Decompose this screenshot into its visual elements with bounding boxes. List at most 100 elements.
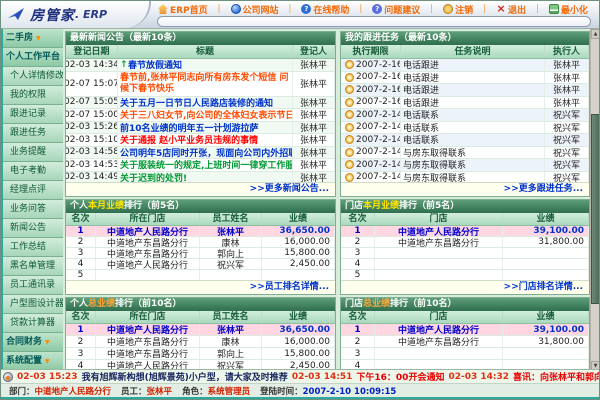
task-row[interactable]: 2007-2-14电话联系祝兴军 [341, 109, 589, 122]
rank-row: 2中道地产东昌路分行31,800.00 [341, 336, 589, 348]
toolbar-button-1[interactable]: ERP首页 [158, 3, 208, 16]
rank-cell: 1 [341, 324, 375, 335]
task-user: 张林平 [545, 72, 589, 84]
sidebar-item-11[interactable]: 新闻公告 [3, 219, 63, 238]
status-field: 部门：中道地产人民路分行 [9, 385, 111, 397]
name-cell: 康林 [200, 237, 262, 247]
sidebar-item-9[interactable]: 经理点评 [3, 181, 63, 200]
sidebar-item-7[interactable]: 业务提醒 [3, 143, 63, 162]
task-row[interactable]: 2007-2-16电话跟进张林平 [341, 59, 589, 72]
sidebar-item-1[interactable]: 二手房▼ [3, 29, 63, 48]
rank-row: 4 [341, 259, 589, 270]
table-header-row: 名次所在门店员工姓名业绩 [66, 213, 335, 226]
toolbar-button-5[interactable]: 注销 [443, 3, 473, 16]
column-header: 业绩 [262, 213, 335, 225]
sidebar-item-4[interactable]: 我的权限 [3, 86, 63, 105]
minimize-icon [549, 4, 559, 14]
more-news-link[interactable]: >>更多新闻公告... [250, 184, 329, 194]
task-row[interactable]: 2007-2-14与房东取得联系祝兴军 [341, 147, 589, 160]
panel-shop-total-rank: 门店总业绩排行（前10名） 名次门店业绩1中道地产人民路分行39,100.002… [340, 297, 590, 371]
task-row[interactable]: 2007-2-16电话跟进张林平 [341, 72, 589, 85]
clock-icon [345, 123, 354, 132]
news-date: 02-07 15:05 [66, 97, 118, 109]
sidebar-item-2[interactable]: 个人工作平台▶ [3, 48, 63, 67]
sidebar-item-16[interactable]: 贷款计算器 [3, 314, 63, 333]
sidebar-item-13[interactable]: 黑名单管理 [3, 257, 63, 276]
store-cell [375, 348, 503, 359]
value-cell: 31,800.00 [503, 237, 589, 247]
toolbar-button-6[interactable]: 退出 [496, 3, 526, 16]
news-title-link[interactable]: 关于三八妇女节,向公司的全体妇女表示节日的问候 [118, 109, 293, 121]
status-field: 员工：张林平 [121, 385, 172, 397]
panel-person-month-table: 名次所在门店员工姓名业绩1中道地产人民路分行张林平36,650.002中道地产东… [66, 213, 335, 281]
rank-cell: 2 [341, 336, 375, 347]
app-logo: 房管家. ERP [1, 1, 151, 28]
task-row[interactable]: 2007-2-14与房东取得联系祝兴军 [341, 159, 589, 172]
panel-shop-total-title: 门店总业绩排行（前10名） [341, 298, 589, 311]
rank-row: 3 [341, 348, 589, 360]
sidebar-item-14[interactable]: 员工通讯录 [3, 276, 63, 295]
name-cell: 康林 [200, 336, 262, 347]
news-title-link[interactable]: 前10名业绩的明年五一计划游拉萨 [118, 122, 293, 134]
task-row[interactable]: 2007-2-14电话联系祝兴军 [341, 134, 589, 147]
news-title-link[interactable]: 春节放假通知 [118, 59, 293, 71]
sidebar-item-15[interactable]: 户型图设计器 [3, 295, 63, 314]
store-cell: 中道地产东昌路分行 [96, 336, 200, 347]
scroll-up-arrow-icon[interactable]: ▲ [591, 29, 599, 39]
task-row[interactable]: 2007-2-14电话联系祝兴军 [341, 122, 589, 135]
news-date: 02-03 15:10 [66, 134, 118, 146]
store-cell: 中道地产东昌路分行 [96, 237, 200, 247]
rank-row: 4中道地产人民路分行祝兴军2,450.00 [66, 259, 335, 270]
news-title-link[interactable]: 关于服装统一的规定,上班时间一律穿工作服 [118, 159, 293, 171]
chevron-down-icon: ▼ [36, 35, 41, 42]
news-row: 02-07 15:00关于三八妇女节,向公司的全体妇女表示节日的问候张林平 [66, 109, 335, 122]
more-shop-rank-link[interactable]: >>门店排名详情... [504, 282, 583, 292]
toolbar-button-2[interactable]: 公司网站 [231, 3, 279, 16]
scrollbar-thumb[interactable] [591, 114, 599, 304]
name-cell: 张林平 [200, 324, 262, 335]
toolbar-button-7[interactable]: 最小化 [549, 3, 588, 16]
store-cell [96, 270, 200, 280]
value-cell [503, 348, 589, 359]
task-date: 2007-2-16 [341, 72, 401, 84]
task-desc: 电话跟进 [401, 97, 545, 109]
store-cell: 中道地产人民路分行 [96, 259, 200, 269]
help-icon [301, 4, 311, 14]
announcement-text: 我有旭辉新构想(旭辉景苑)小户型，请大家及时推荐 [82, 370, 288, 383]
sidebar-item-10[interactable]: 业务问答 [3, 200, 63, 219]
task-date: 2007-2-14 [341, 134, 401, 146]
app-window: 房管家. ERP ERP首页|公司网站|在线帮助|问题建议|注销|退出|最小化 … [0, 0, 600, 400]
sidebar-item-3[interactable]: 个人详情修改 [3, 67, 63, 86]
sidebar-item-12[interactable]: 工作总结 [3, 238, 63, 257]
more-tasks-link[interactable]: >>更多跟进任务... [504, 184, 583, 194]
toolbar-button-4[interactable]: 问题建议 [372, 3, 420, 16]
task-desc: 电话联系 [401, 122, 545, 134]
clock-icon [345, 73, 354, 82]
sidebar-item-8[interactable]: 电子考勤 [3, 162, 63, 181]
vertical-scrollbar[interactable]: ▲ ▼ [590, 29, 599, 371]
news-title-link[interactable]: 春节前,张林平同志向所有房东发个短信 问候下春节快乐 [118, 72, 293, 96]
value-cell: 31,800.00 [503, 336, 589, 347]
clock-icon [345, 85, 354, 94]
sidebar-item-5[interactable]: 跟进记录 [3, 105, 63, 124]
task-user: 祝兴军 [545, 109, 589, 121]
sidebar-item-6[interactable]: 跟进任务 [3, 124, 63, 143]
task-row[interactable]: 2007-2-16电话跟进张林平 [341, 84, 589, 97]
store-cell: 中道地产人民路分行 [96, 226, 200, 236]
task-row[interactable]: 2007-2-16电话跟进张林平 [341, 97, 589, 110]
value-cell: 36,650.00 [262, 226, 335, 236]
task-date: 2007-2-16 [341, 84, 401, 96]
rank-cell: 2 [66, 336, 96, 347]
news-row: 02-03 14:53关于服装统一的规定,上班时间一律穿工作服张林平 [66, 159, 335, 172]
announcement-bar: 02-03 15:23我有旭辉新构想(旭辉景苑)小户型，请大家及时推荐02-03… [1, 369, 599, 384]
news-title-link[interactable]: 公司明年5店同时开张，现面向公司内外招聘店长 [118, 147, 293, 159]
value-cell: 16,000.00 [262, 237, 335, 247]
column-header: 名次 [341, 213, 375, 225]
sidebar-item-17[interactable]: 合同财务▼ [3, 333, 63, 352]
more-employee-rank-link[interactable]: >>员工排名详情... [250, 282, 329, 292]
news-title-link[interactable]: 关于通报 赵小平业务员违规的事情 [118, 134, 293, 146]
news-title-link[interactable]: 关于五月一日节日人民路店装修的通知 [118, 97, 293, 109]
clock-icon [345, 160, 354, 169]
rank-cell: 3 [341, 248, 375, 258]
toolbar-button-3[interactable]: 在线帮助 [301, 3, 349, 16]
